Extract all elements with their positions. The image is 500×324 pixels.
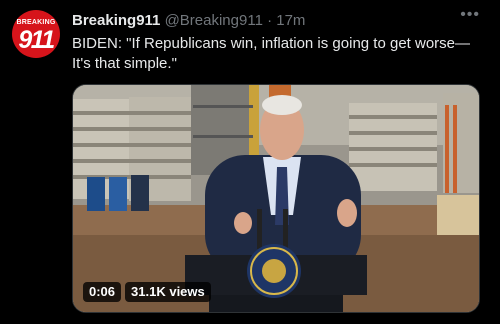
- user-handle[interactable]: @Breaking911: [165, 12, 263, 29]
- tweet-text: BIDEN: "If Republicans win, inflation is…: [72, 35, 471, 72]
- video-frame: [73, 85, 479, 312]
- video-duration: 0:06: [83, 282, 122, 302]
- video-player[interactable]: 0:06 31.1K views: [72, 84, 480, 313]
- timestamp[interactable]: 17m: [276, 12, 305, 29]
- display-name[interactable]: Breaking911: [72, 12, 160, 29]
- video-overlay: 0:06 31.1K views: [83, 282, 211, 302]
- more-options-icon[interactable]: •••: [460, 6, 480, 24]
- video-views: 31.1K views: [125, 282, 211, 302]
- separator-dot: ·: [267, 12, 273, 29]
- avatar-top-text: BREAKING: [16, 19, 56, 26]
- tweet-header: Breaking911 @Breaking911 · 17m: [72, 12, 470, 30]
- account-avatar[interactable]: BREAKING 911: [12, 10, 60, 58]
- avatar-number: 911: [18, 26, 55, 54]
